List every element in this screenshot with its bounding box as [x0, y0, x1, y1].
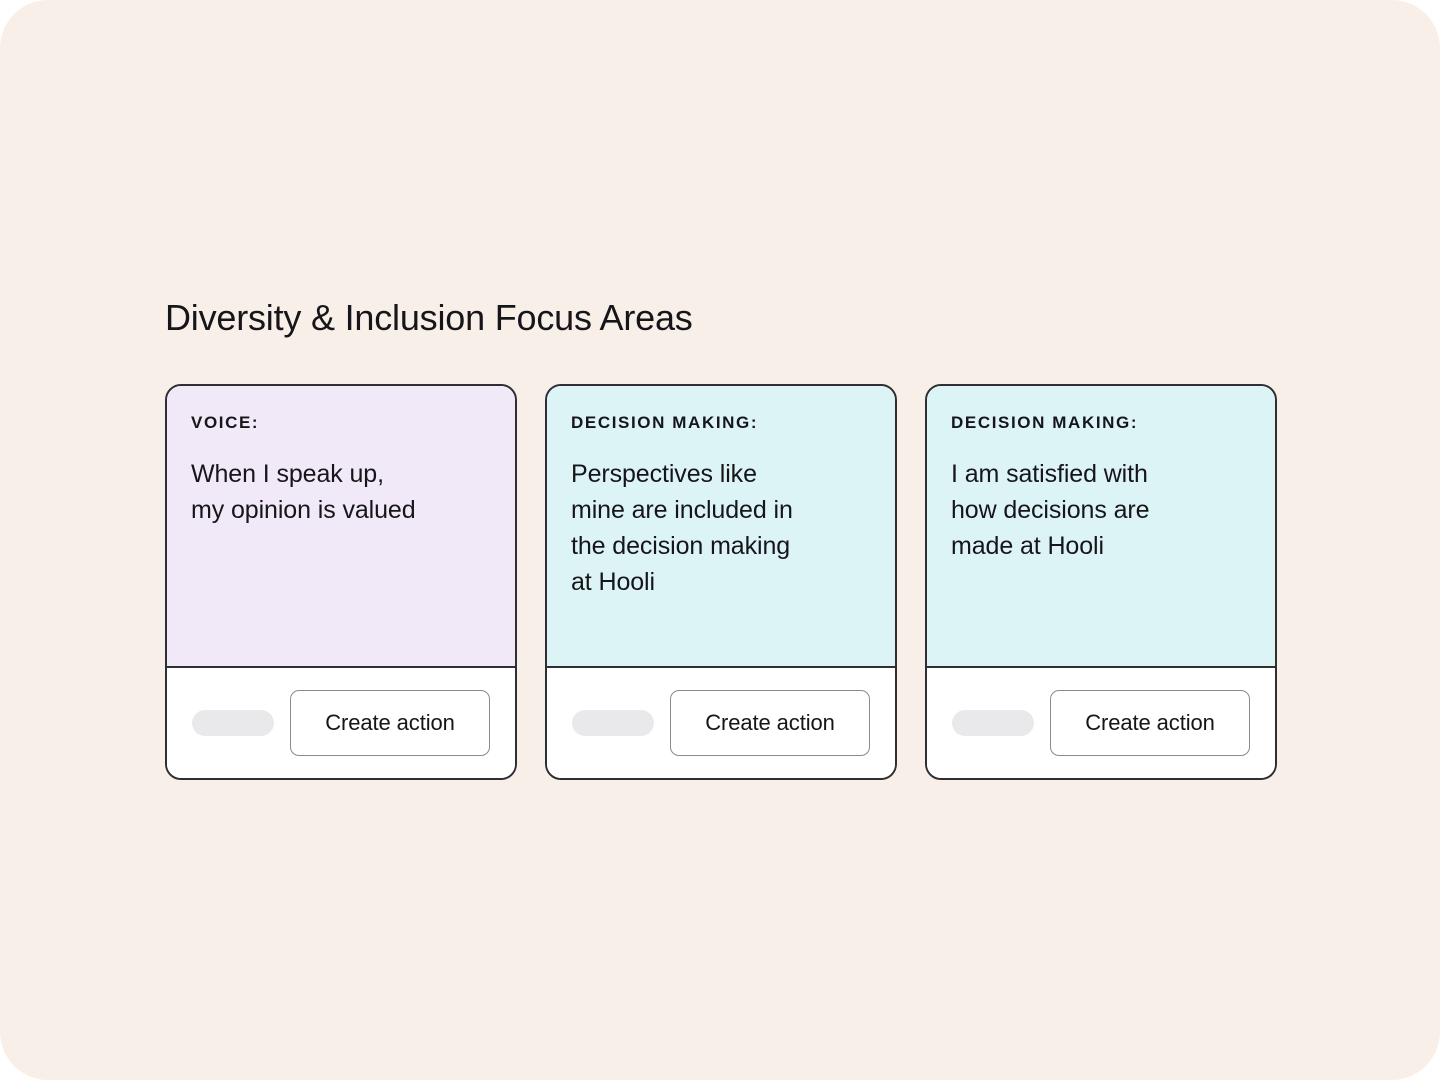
card-category-label: DECISION MAKING: — [571, 413, 759, 432]
focus-area-card[interactable]: VOICE: When I speak up, my opinion is va… — [165, 384, 517, 780]
placeholder-pill — [952, 710, 1034, 736]
focus-area-card[interactable]: DECISION MAKING: I am satisfied with how… — [925, 384, 1277, 780]
card-category-label: DECISION MAKING: — [951, 413, 1139, 432]
card-statement-text: I am satisfied with how decisions are ma… — [951, 460, 1150, 560]
card-footer: Create action — [167, 668, 515, 778]
create-action-button[interactable]: Create action — [1050, 690, 1250, 756]
create-action-button[interactable]: Create action — [670, 690, 870, 756]
placeholder-pill — [192, 710, 274, 736]
card-statement-text: When I speak up, my opinion is valued — [191, 460, 416, 524]
focus-area-card[interactable]: DECISION MAKING: Perspectives like mine … — [545, 384, 897, 780]
page-title: Diversity & Inclusion Focus Areas — [165, 297, 693, 338]
page-root: Diversity & Inclusion Focus Areas VOICE:… — [0, 0, 1440, 1080]
card-footer: Create action — [547, 668, 895, 778]
card-footer: Create action — [927, 668, 1275, 778]
card-body: DECISION MAKING: I am satisfied with how… — [927, 386, 1275, 668]
focus-area-card-list: VOICE: When I speak up, my opinion is va… — [165, 384, 1277, 780]
card-statement-text: Perspectives like mine are included in t… — [571, 460, 793, 596]
card-body: VOICE: When I speak up, my opinion is va… — [167, 386, 515, 668]
card-category-label: VOICE: — [191, 413, 260, 432]
card-body: DECISION MAKING: Perspectives like mine … — [547, 386, 895, 668]
content-container: Diversity & Inclusion Focus Areas VOICE:… — [165, 296, 1277, 780]
placeholder-pill — [572, 710, 654, 736]
create-action-button[interactable]: Create action — [290, 690, 490, 756]
